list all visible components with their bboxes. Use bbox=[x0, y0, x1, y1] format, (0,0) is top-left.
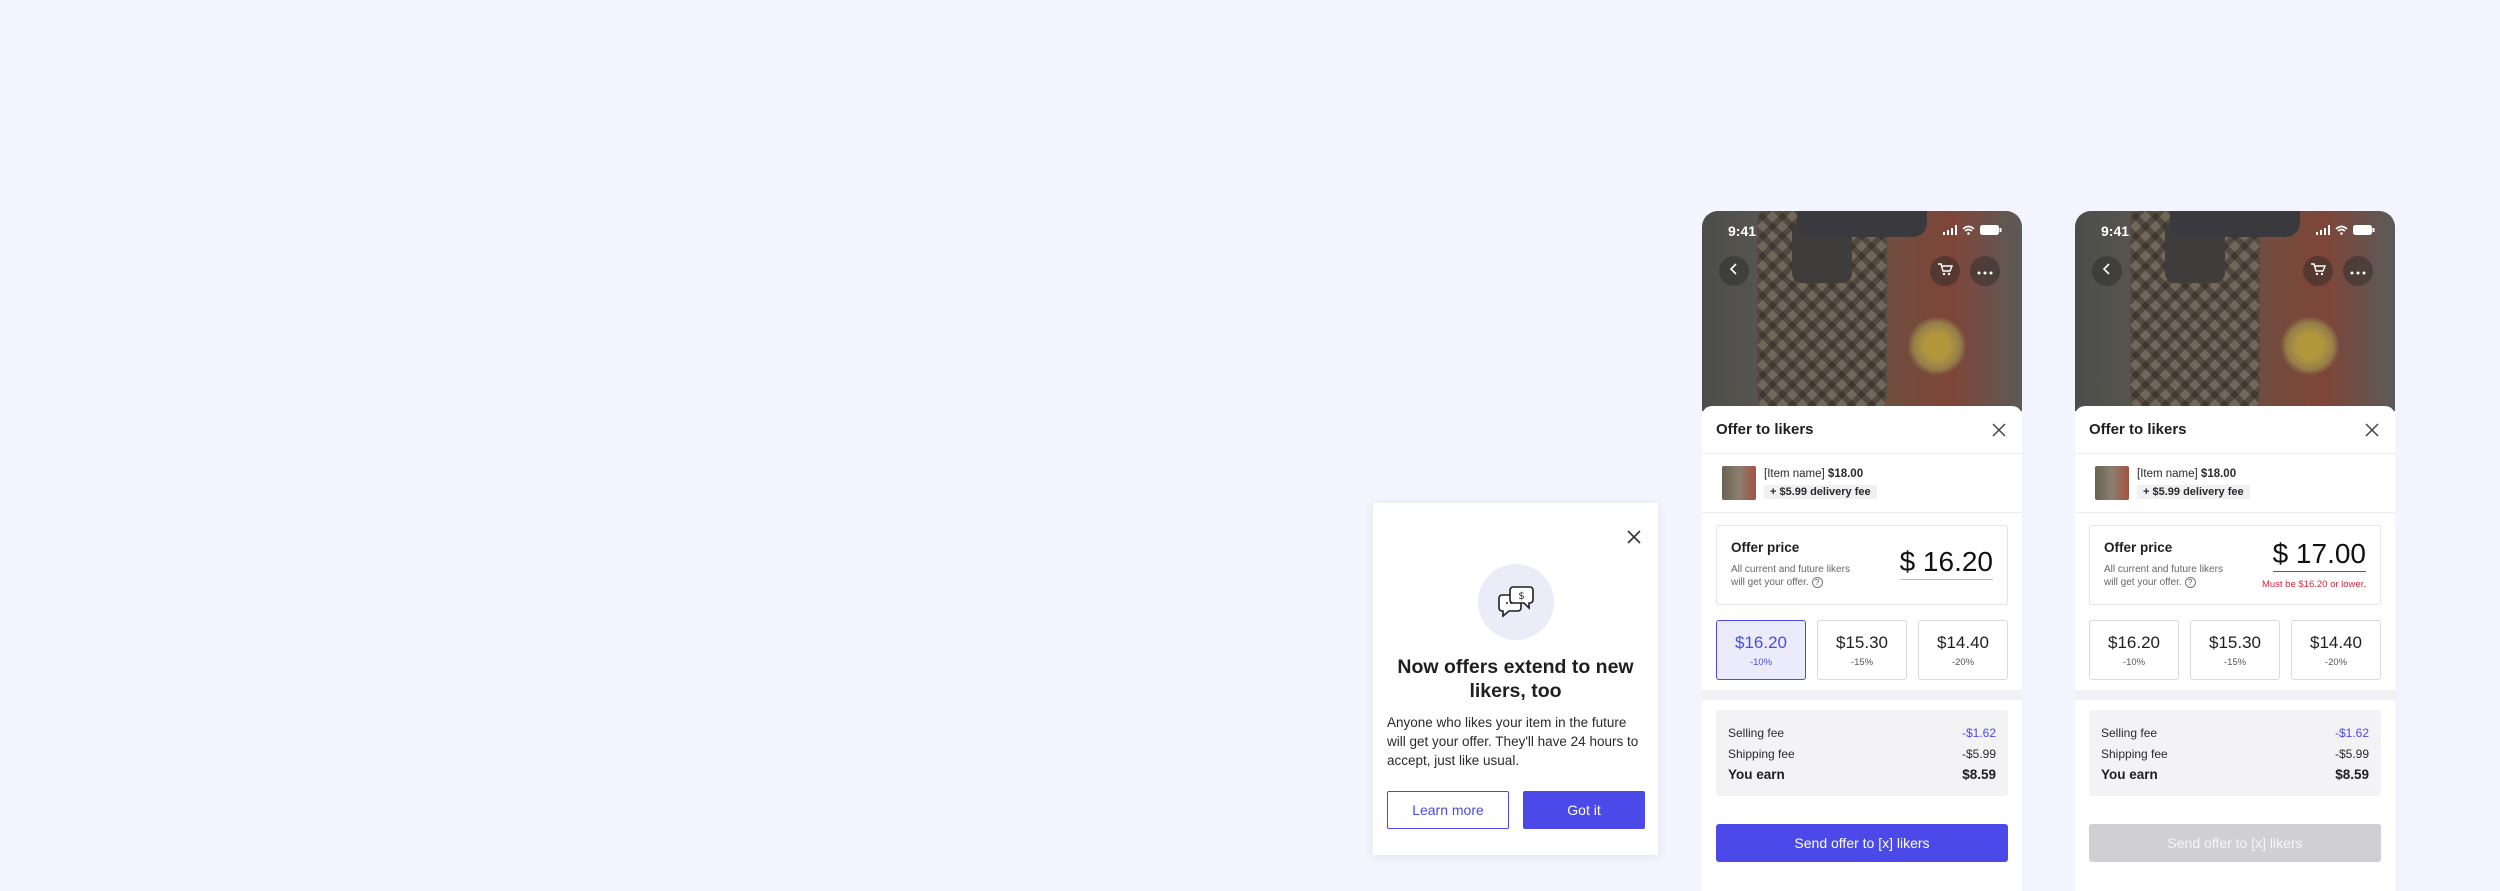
offer-price-box: Offer price All current and future liker… bbox=[1716, 525, 2008, 605]
fee-label: Selling fee bbox=[2101, 725, 2158, 740]
dialog-title: Now offers extend to new likers, too bbox=[1397, 656, 1634, 702]
delivery-fee-chip: + $5.99 delivery fee bbox=[2137, 484, 2250, 499]
suggested-prices: $16.20 -10% $15.30 -15% $14.40 -20% bbox=[1702, 605, 2022, 680]
chip-discount: -15% bbox=[2223, 656, 2247, 668]
wifi-icon bbox=[2335, 222, 2348, 238]
offer-help-text: All current and future likers will get y… bbox=[2104, 564, 2223, 588]
more-button[interactable] bbox=[1970, 256, 2000, 286]
earnings-summary: Selling fee -$1.62 Shipping fee -$5.99 You… bbox=[2089, 710, 2381, 796]
earn-label: You earn bbox=[1728, 767, 1785, 782]
offer-error-message: Must be $16.20 or lower. bbox=[2261, 579, 2366, 590]
phone-screen-invalid-offer: 9:41 Offer to likers [Item name] $18.00 … bbox=[2075, 211, 2395, 891]
chevron-left-icon bbox=[1728, 262, 1740, 281]
battery-icon bbox=[2353, 222, 2375, 238]
status-time: 9:41 bbox=[2101, 223, 2130, 239]
item-name: [Item name] bbox=[2137, 467, 2198, 480]
chip-discount: -20% bbox=[2324, 656, 2348, 668]
cart-button[interactable] bbox=[2303, 256, 2333, 286]
chip-discount: -10% bbox=[2122, 656, 2146, 668]
sheet-title: Offer to likers bbox=[2089, 421, 2187, 438]
chip-amount: $14.40 bbox=[1937, 632, 1989, 652]
send-offer-button[interactable]: Send offer to [x] likers bbox=[1716, 824, 2008, 862]
cart-icon bbox=[2310, 262, 2327, 281]
item-summary: [Item name] $18.00 + $5.99 delivery fee bbox=[1702, 454, 2022, 513]
price-chip[interactable]: $14.40 -20% bbox=[2291, 620, 2381, 680]
help-icon[interactable]: ? bbox=[1811, 577, 1823, 588]
fee-label: Shipping fee bbox=[1728, 746, 1795, 761]
item-summary: [Item name] $18.00 + $5.99 delivery fee bbox=[2075, 454, 2395, 513]
price-chip[interactable]: $14.40 -20% bbox=[1918, 620, 2008, 680]
chip-discount: -10% bbox=[1749, 656, 1773, 668]
close-icon[interactable] bbox=[2363, 421, 2381, 439]
cart-icon bbox=[1937, 262, 1954, 281]
item-name: [Item name] bbox=[1764, 467, 1825, 480]
earn-value: $8.59 bbox=[2335, 767, 2369, 782]
status-bar: 9:41 bbox=[1702, 211, 2022, 239]
chip-discount: -15% bbox=[1850, 656, 1874, 668]
item-photo bbox=[1702, 211, 2022, 413]
more-button[interactable] bbox=[2343, 256, 2373, 286]
close-icon[interactable] bbox=[1990, 421, 2008, 439]
item-thumbnail bbox=[1722, 466, 1756, 500]
offer-info-dialog: $ Now offers extend to new likers, too A… bbox=[1373, 503, 1658, 855]
signal-icon bbox=[2316, 222, 2330, 238]
price-chip[interactable]: $16.20 -10% bbox=[1716, 620, 1806, 680]
offer-price-box: Offer price All current and future liker… bbox=[2089, 525, 2381, 605]
chat-dollar-icon: $ bbox=[1478, 564, 1554, 640]
price-chip[interactable]: $15.30 -15% bbox=[2190, 620, 2280, 680]
got-it-button[interactable]: Got it bbox=[1523, 791, 1645, 829]
suggested-prices: $16.20 -10% $15.30 -15% $14.40 -20% bbox=[2075, 605, 2395, 680]
price-chip[interactable]: $16.20 -10% bbox=[2089, 620, 2179, 680]
fee-value: -$1.62 bbox=[2334, 725, 2369, 740]
offer-price-input[interactable]: $ 17.00 bbox=[2272, 538, 2366, 572]
more-icon bbox=[1977, 262, 1993, 280]
sheet-title: Offer to likers bbox=[1716, 421, 1814, 438]
chip-discount: -20% bbox=[1951, 656, 1975, 668]
offer-price-input[interactable]: $ 16.20 bbox=[1899, 546, 1993, 580]
status-time: 9:41 bbox=[1728, 223, 1757, 239]
svg-text:$: $ bbox=[1518, 591, 1524, 602]
chip-amount: $15.30 bbox=[1836, 632, 1888, 652]
fee-value: -$5.99 bbox=[1961, 746, 1996, 761]
back-button[interactable] bbox=[1719, 256, 1749, 286]
chip-amount: $14.40 bbox=[2310, 632, 2362, 652]
cart-button[interactable] bbox=[1930, 256, 1960, 286]
offer-help-text: All current and future likers will get y… bbox=[1731, 564, 1850, 588]
chevron-left-icon bbox=[2101, 262, 2113, 281]
fee-label: Selling fee bbox=[1728, 725, 1785, 740]
chip-amount: $15.30 bbox=[2209, 632, 2261, 652]
dialog-body: Anyone who likes your item in the future… bbox=[1387, 715, 1639, 768]
item-thumbnail bbox=[2095, 466, 2129, 500]
offer-sheet: Offer to likers [Item name] $18.00 + $5.… bbox=[1702, 406, 2022, 891]
earnings-summary: Selling fee -$1.62 Shipping fee -$5.99 You… bbox=[1716, 710, 2008, 796]
status-bar: 9:41 bbox=[2075, 211, 2395, 239]
fee-value: -$1.62 bbox=[1961, 725, 1996, 740]
wifi-icon bbox=[1962, 222, 1975, 238]
item-price: $18.00 bbox=[1827, 467, 1864, 480]
more-icon bbox=[2350, 262, 2366, 280]
price-chip[interactable]: $15.30 -15% bbox=[1817, 620, 1907, 680]
send-offer-button[interactable]: Send offer to [x] likers bbox=[2089, 824, 2381, 862]
close-icon[interactable] bbox=[1624, 527, 1644, 547]
earn-label: You earn bbox=[2101, 767, 2158, 782]
chip-amount: $16.20 bbox=[2108, 632, 2160, 652]
battery-icon bbox=[1980, 222, 2002, 238]
back-button[interactable] bbox=[2092, 256, 2122, 286]
phone-screen-valid-offer: 9:41 Offer to likers [Item name] $18.00 … bbox=[1702, 211, 2022, 891]
delivery-fee-chip: + $5.99 delivery fee bbox=[1764, 484, 1877, 499]
chip-amount: $16.20 bbox=[1735, 632, 1787, 652]
earn-value: $8.59 bbox=[1962, 767, 1996, 782]
fee-value: -$5.99 bbox=[2334, 746, 2369, 761]
offer-sheet: Offer to likers [Item name] $18.00 + $5.… bbox=[2075, 406, 2395, 891]
signal-icon bbox=[1943, 222, 1957, 238]
learn-more-button[interactable]: Learn more bbox=[1387, 791, 1509, 829]
item-price: $18.00 bbox=[2200, 467, 2237, 480]
item-photo bbox=[2075, 211, 2395, 413]
fee-label: Shipping fee bbox=[2101, 746, 2168, 761]
help-icon[interactable]: ? bbox=[2184, 577, 2196, 588]
